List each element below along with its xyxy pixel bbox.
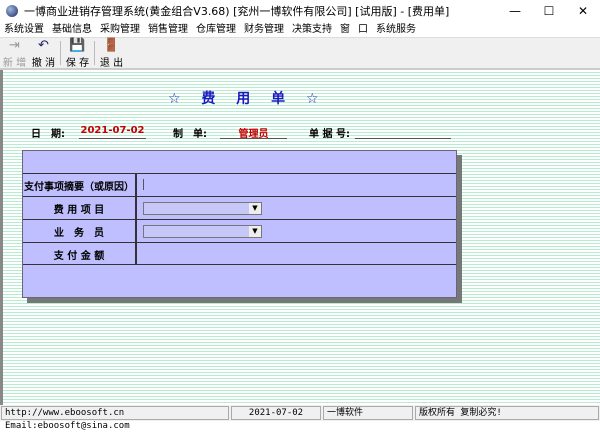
chevron-down-icon[interactable]: ▼ bbox=[249, 203, 261, 214]
menu-system-settings[interactable]: 系统设置 bbox=[0, 22, 48, 37]
status-copyright: 版权所有 复制必究! bbox=[415, 406, 599, 420]
menu-basic-info[interactable]: 基础信息 bbox=[48, 22, 96, 37]
app-icon bbox=[6, 5, 18, 17]
menu-decision[interactable]: 决策支持 bbox=[288, 22, 336, 37]
add-icon: ⇥ bbox=[9, 38, 20, 53]
menu-window-1[interactable]: 窗 bbox=[336, 22, 354, 37]
maximize-button[interactable]: ☐ bbox=[532, 0, 566, 22]
menu-window-2[interactable]: 口 bbox=[354, 22, 372, 37]
chevron-down-icon[interactable]: ▼ bbox=[249, 226, 261, 237]
undo-icon: ↶ bbox=[38, 38, 49, 53]
exit-icon: 🚪 bbox=[103, 38, 120, 53]
menu-bar: 系统设置 基础信息 采购管理 销售管理 仓库管理 财务管理 决策支持 窗 口 系… bbox=[0, 22, 600, 37]
expense-item-label: 费 用 项 目 bbox=[23, 197, 137, 219]
separator bbox=[94, 41, 95, 65]
menu-warehouse[interactable]: 仓库管理 bbox=[192, 22, 240, 37]
maker-label: 制 单: bbox=[173, 129, 207, 140]
status-date: 2021-07-02 bbox=[231, 406, 321, 420]
form-title: ☆ 费 用 单 ☆ bbox=[168, 91, 327, 107]
exit-button[interactable]: 🚪 退 出 bbox=[97, 38, 126, 69]
amount-label: 支 付 金 额 bbox=[23, 243, 137, 265]
status-bar: http://www.eboosoft.cn Email:eboosoft@si… bbox=[0, 405, 600, 431]
date-label: 日 期: bbox=[31, 129, 65, 140]
form-row-expense-item: 费 用 项 目 ▼ bbox=[23, 196, 456, 219]
doc-no-field[interactable] bbox=[355, 125, 451, 139]
summary-label: 支付事项摘要（或原因） bbox=[23, 174, 137, 196]
save-button[interactable]: 💾 保 存 bbox=[63, 38, 92, 69]
form-row-amount: 支 付 金 额 bbox=[23, 242, 456, 265]
add-label: 新 增 bbox=[2, 58, 27, 69]
doc-no-label: 单 据 号: bbox=[309, 129, 350, 140]
menu-sales[interactable]: 销售管理 bbox=[144, 22, 192, 37]
minimize-button[interactable]: — bbox=[498, 0, 532, 22]
undo-button[interactable]: ↶ 撤 消 bbox=[29, 38, 58, 69]
toolbar: ⇥ 新 增 ↶ 撤 消 💾 保 存 🚪 退 出 bbox=[0, 37, 600, 70]
date-field[interactable]: 2021-07-02 bbox=[79, 125, 146, 139]
form-row-summary: 支付事项摘要（或原因） bbox=[23, 173, 456, 196]
salesperson-label: 业 务 员 bbox=[23, 220, 137, 242]
expense-form: 支付事项摘要（或原因） 费 用 项 目 ▼ 业 务 员 ▼ 支 付 金 额 bbox=[22, 150, 457, 298]
expense-item-select[interactable]: ▼ bbox=[143, 202, 262, 215]
status-company: 一博软件 bbox=[323, 406, 413, 420]
salesperson-select[interactable]: ▼ bbox=[143, 225, 262, 238]
save-label: 保 存 bbox=[65, 58, 90, 69]
menu-purchase[interactable]: 采购管理 bbox=[96, 22, 144, 37]
undo-label: 撤 消 bbox=[31, 58, 56, 69]
menu-system-service[interactable]: 系统服务 bbox=[372, 22, 420, 37]
close-button[interactable]: ✕ bbox=[566, 0, 600, 22]
title-bar: 一博商业进销存管理系统(黄金组合V3.68) [兖州一博软件有限公司] [试用版… bbox=[0, 0, 600, 22]
add-button[interactable]: ⇥ 新 增 bbox=[0, 38, 29, 69]
summary-input[interactable] bbox=[139, 174, 456, 196]
maker-field[interactable]: 管理员 bbox=[220, 125, 287, 140]
window-title: 一博商业进销存管理系统(黄金组合V3.68) [兖州一博软件有限公司] [试用版… bbox=[24, 5, 450, 18]
status-contact: http://www.eboosoft.cn Email:eboosoft@si… bbox=[1, 406, 229, 431]
menu-finance[interactable]: 财务管理 bbox=[240, 22, 288, 37]
save-icon: 💾 bbox=[69, 38, 86, 53]
exit-label: 退 出 bbox=[99, 58, 124, 69]
separator bbox=[60, 41, 61, 65]
content-area: ☆ 费 用 单 ☆ 日 期: 2021-07-02 制 单: 管理员 单 据 号… bbox=[0, 70, 600, 405]
amount-input[interactable] bbox=[139, 243, 456, 265]
form-row-salesperson: 业 务 员 ▼ bbox=[23, 219, 456, 242]
